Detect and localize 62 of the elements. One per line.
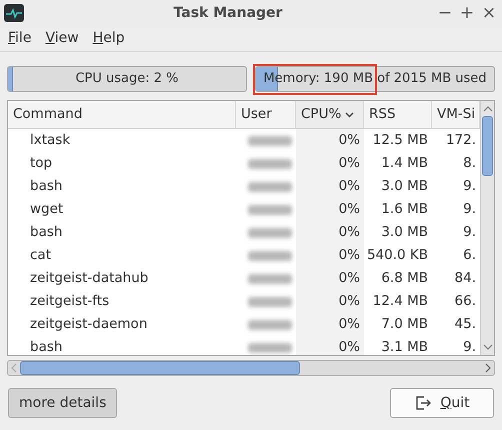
column-header[interactable]: Command — [8, 101, 236, 128]
table-cell-text: lxtask — [30, 131, 70, 150]
table-cell-text: 0% — [338, 292, 360, 312]
vertical-scrollbar[interactable] — [480, 101, 494, 355]
table-cell-text: 9. — [463, 223, 476, 242]
quit-button[interactable]: Quit — [390, 388, 494, 418]
table-cell-text: 6. — [463, 246, 476, 266]
table-cell-text: 0% — [338, 269, 360, 288]
table-cell-text: 3.1 MB — [381, 338, 428, 355]
table-cell-text: 0% — [338, 223, 360, 242]
scroll-thumb[interactable] — [20, 361, 300, 375]
table-cell-text: 9. — [463, 200, 476, 220]
menu-item[interactable]: File — [8, 28, 32, 49]
close-button[interactable]: × — [480, 4, 498, 22]
table-cell-text: 0% — [338, 315, 360, 334]
table-cell-text: 84. — [454, 269, 476, 288]
table-cell-text: 9. — [463, 177, 476, 196]
table-cell-text: 45. — [454, 315, 476, 334]
column-header[interactable]: CPU% — [296, 101, 364, 128]
scroll-thumb[interactable] — [482, 116, 493, 176]
table-cell-text: 12.5 MB — [372, 131, 428, 150]
table-cell-text: zeitgeist-daemon — [30, 315, 148, 334]
meter-label: CPU usage: 2 % — [75, 70, 179, 88]
table-cell-text: 0% — [338, 200, 360, 220]
table-cell-text: 0% — [338, 154, 360, 174]
table-cell-text: bash — [30, 223, 62, 242]
table-cell-text: bash — [30, 177, 62, 196]
table-cell-text: 12.4 MB — [372, 292, 428, 312]
app-icon — [4, 4, 24, 22]
menu-item[interactable]: Help — [92, 28, 125, 49]
table-cell-text: 0% — [338, 246, 360, 266]
table-cell-text: top — [30, 154, 52, 174]
table-cell-text: 66. — [454, 292, 476, 312]
table-cell-text: 3.0 MB — [381, 177, 428, 196]
table-cell-text: 1.6 MB — [381, 200, 428, 220]
minimize-button[interactable]: − — [436, 4, 454, 22]
table-cell-text: 3.0 MB — [381, 223, 428, 242]
table-cell-text: cat — [30, 246, 51, 266]
table-cell-text: 0% — [338, 131, 360, 150]
details-button[interactable]: more details — [8, 388, 118, 418]
table-cell-text: 172. — [446, 131, 476, 150]
table-cell-text: 7.0 MB — [381, 315, 428, 334]
exit-icon — [414, 394, 432, 412]
table-cell-text: 0% — [338, 177, 360, 196]
window-title: Task Manager — [172, 4, 284, 22]
table-cell-text: 1.4 MB — [381, 154, 428, 174]
table-cell-text: 9. — [463, 338, 476, 355]
maximize-button[interactable]: + — [458, 4, 476, 22]
table-cell-text: 6.8 MB — [381, 269, 428, 288]
horizontal-scrollbar[interactable] — [7, 360, 495, 376]
scroll-down-icon[interactable] — [482, 343, 492, 351]
table-cell-text: 8. — [463, 154, 476, 174]
column-header[interactable]: RSS — [364, 101, 432, 128]
table-cell-text: bash — [30, 338, 62, 355]
table-cell-text: 0% — [338, 338, 360, 355]
table-cell-text: zeitgeist-datahub — [30, 269, 148, 288]
table-cell-text: 540.0 KB — [366, 246, 428, 266]
table-cell-text: zeitgeist-fts — [30, 292, 110, 312]
menu-item[interactable]: View — [45, 28, 79, 49]
scroll-up-icon[interactable] — [482, 105, 492, 113]
sort-chevron-icon — [345, 112, 354, 118]
table-cell-text: wget — [30, 200, 64, 220]
